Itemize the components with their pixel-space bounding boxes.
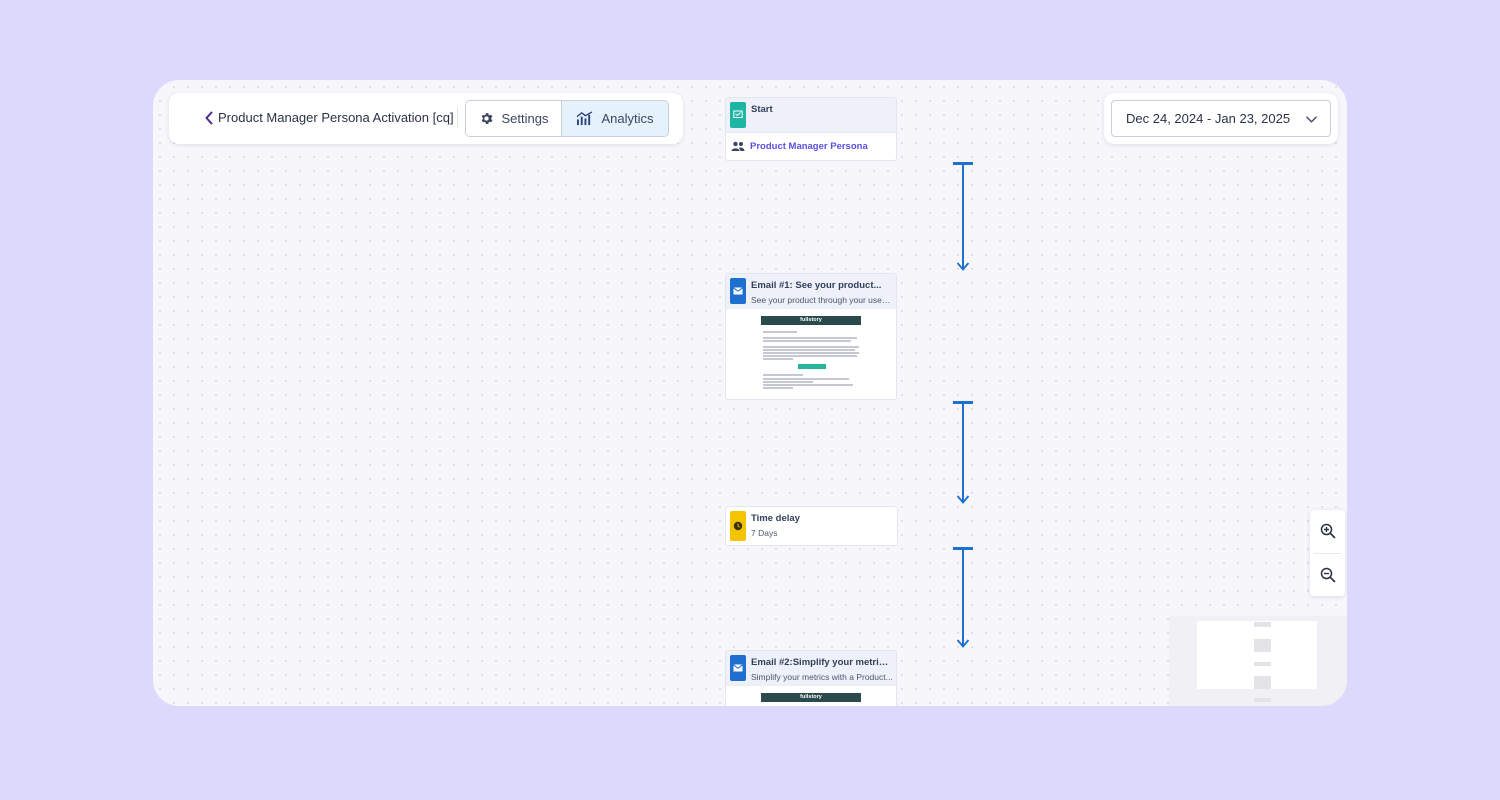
chevron-left-icon (205, 111, 213, 125)
clock-icon (730, 511, 746, 541)
minimap-node (1254, 662, 1271, 666)
minimap-node (1254, 639, 1271, 652)
email-preview-thumbnail: fullstory (726, 685, 896, 706)
email-node-2-subtitle: Simplify your metrics with a Product... (751, 672, 893, 682)
back-button[interactable] (199, 107, 219, 129)
email-node-2[interactable]: Email #2:Simplify your metrics... Simpli… (725, 650, 897, 706)
chevron-down-icon (1306, 116, 1317, 123)
email-node-1-title: Email #1: See your product... (751, 280, 882, 291)
email-preview-thumbnail: fullstory (726, 308, 896, 398)
date-range-value: Dec 24, 2024 - Jan 23, 2025 (1126, 111, 1291, 126)
minimap[interactable] (1169, 616, 1347, 706)
zoom-in-button[interactable] (1310, 510, 1345, 552)
connector-line (962, 402, 964, 503)
email-brand-banner: fullstory (761, 316, 861, 325)
time-delay-node[interactable]: Time delay 7 Days (725, 506, 898, 546)
date-range-select[interactable]: Dec 24, 2024 - Jan 23, 2025 (1111, 100, 1331, 137)
start-node-title: Start (751, 104, 773, 115)
zoom-out-button[interactable] (1310, 554, 1345, 596)
start-node-header: Start (726, 98, 896, 132)
journey-canvas[interactable]: Product Manager Persona Activation [cq] … (153, 80, 1347, 706)
envelope-icon (730, 655, 746, 681)
audience-label[interactable]: Product Manager Persona (750, 141, 868, 152)
arrow-down-icon (956, 495, 970, 504)
gear-icon (481, 113, 492, 124)
email-node-1[interactable]: Email #1: See your product... See your p… (725, 273, 897, 400)
audience-row: Product Manager Persona (726, 132, 896, 160)
email-node-2-header: Email #2:Simplify your metrics... Simpli… (726, 651, 896, 685)
email-node-1-subtitle: See your product through your users'... (751, 295, 893, 305)
header-divider (457, 108, 458, 128)
arrow-down-icon (956, 639, 970, 648)
zoom-controls (1310, 510, 1345, 596)
journey-header: Product Manager Persona Activation [cq] … (169, 93, 683, 144)
journey-title: Product Manager Persona Activation [cq] (218, 110, 454, 125)
analytics-button[interactable]: Analytics (562, 101, 668, 136)
minimap-node (1254, 676, 1271, 689)
connector-line (962, 548, 964, 647)
start-node[interactable]: Start Product Manager Persona (725, 97, 897, 161)
connector-line (962, 163, 964, 270)
email-node-2-title: Email #2:Simplify your metrics... (751, 657, 893, 668)
settings-label: Settings (501, 111, 549, 126)
email-node-1-header: Email #1: See your product... See your p… (726, 274, 896, 308)
settings-button[interactable]: Settings (466, 101, 562, 136)
minimap-node (1254, 622, 1271, 627)
flag-icon (730, 102, 746, 128)
date-range-panel: Dec 24, 2024 - Jan 23, 2025 (1104, 93, 1338, 144)
chart-icon (577, 111, 593, 126)
zoom-in-icon (1320, 523, 1335, 539)
zoom-out-icon (1320, 567, 1335, 583)
time-delay-value: 7 Days (751, 528, 778, 538)
users-icon (731, 141, 745, 151)
analytics-label: Analytics (601, 111, 654, 126)
view-toggle: Settings Analytics (465, 100, 669, 137)
arrow-down-icon (956, 262, 970, 271)
envelope-icon (730, 278, 746, 304)
minimap-node (1254, 698, 1271, 702)
email-brand-banner: fullstory (761, 693, 861, 702)
time-delay-title: Time delay (751, 513, 800, 524)
